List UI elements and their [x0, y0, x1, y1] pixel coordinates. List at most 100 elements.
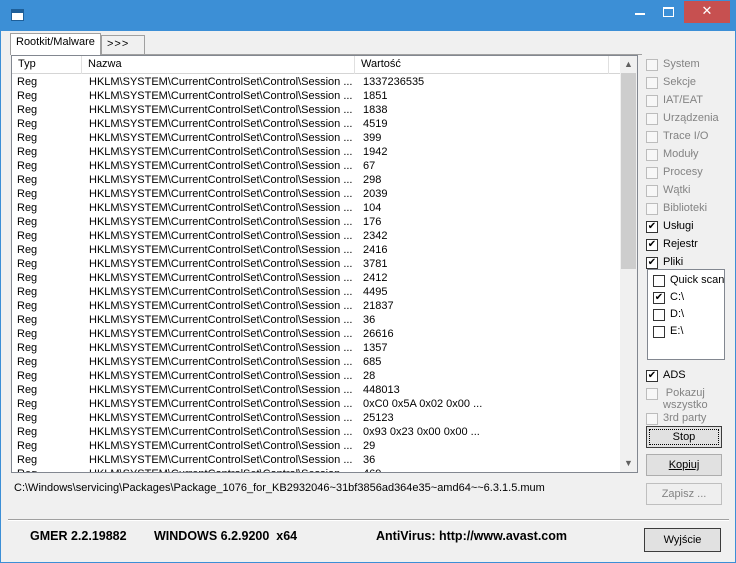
maximize-button[interactable]: [655, 1, 683, 23]
tab-rootkit-malware[interactable]: Rootkit/Malware: [10, 33, 101, 55]
table-row[interactable]: Reg HKLM\SYSTEM\CurrentControlSet\Control…: [12, 159, 620, 173]
table-row[interactable]: Reg HKLM\SYSTEM\CurrentControlSet\Control…: [12, 145, 620, 159]
vertical-scrollbar[interactable]: ▲ ▼: [620, 56, 637, 472]
column-header-wartosc[interactable]: Wartość: [355, 56, 609, 74]
option-ads-checkbox-box[interactable]: ✔: [646, 370, 658, 382]
cell-nazwa: HKLM\SYSTEM\CurrentControlSet\Control\Se…: [89, 467, 355, 472]
cell-typ: Reg: [17, 426, 38, 438]
option-urządzenia-checkbox-box[interactable]: [646, 113, 658, 125]
cell-wartosc: 4519: [363, 118, 388, 130]
table-row[interactable]: Reg HKLM\SYSTEM\CurrentControlSet\Control…: [12, 103, 620, 117]
table-row[interactable]: Reg HKLM\SYSTEM\CurrentControlSet\Control…: [12, 383, 620, 397]
option-biblioteki-checkbox-box[interactable]: [646, 203, 658, 215]
tab-more[interactable]: >>>: [101, 35, 145, 54]
drives-list: Quick scan ✔ C:\ D:\ E:\: [647, 269, 725, 360]
cell-wartosc: 21837: [363, 300, 394, 312]
scroll-up-arrow-icon[interactable]: ▲: [620, 56, 637, 73]
option-usługi-checkbox-box[interactable]: ✔: [646, 221, 658, 233]
table-row[interactable]: Reg HKLM\SYSTEM\CurrentControlSet\Control…: [12, 439, 620, 453]
scrollbar-thumb[interactable]: [621, 73, 636, 269]
cell-typ: Reg: [17, 258, 38, 270]
option-show-all-checkbox-box[interactable]: [646, 388, 658, 400]
table-row[interactable]: Reg HKLM\SYSTEM\CurrentControlSet\Control…: [12, 187, 620, 201]
cell-nazwa: HKLM\SYSTEM\CurrentControlSet\Control\Se…: [89, 440, 353, 452]
cell-nazwa: HKLM\SYSTEM\CurrentControlSet\Control\Se…: [89, 132, 353, 144]
table-row[interactable]: Reg HKLM\SYSTEM\CurrentControlSet\Control…: [12, 411, 620, 425]
table-row[interactable]: Reg HKLM\SYSTEM\CurrentControlSet\Control…: [12, 285, 620, 299]
table-row[interactable]: Reg HKLM\SYSTEM\CurrentControlSet\Control…: [12, 173, 620, 187]
option-rejestr-checkbox-box[interactable]: ✔: [646, 239, 658, 251]
table-row[interactable]: Reg HKLM\SYSTEM\CurrentControlSet\Control…: [12, 341, 620, 355]
exit-button[interactable]: Wyjście: [644, 528, 721, 552]
drive-letter-2-checkbox-box[interactable]: [653, 309, 665, 321]
option-3rd-party-checkbox-box[interactable]: [646, 413, 658, 425]
table-row[interactable]: Reg HKLM\SYSTEM\CurrentControlSet\Control…: [12, 355, 620, 369]
app-icon[interactable]: [11, 9, 24, 21]
copy-button[interactable]: Kopiuj: [646, 454, 722, 476]
cell-wartosc: 0xC0 0x5A 0x02 0x00 ...: [363, 398, 483, 410]
cell-typ: Reg: [17, 370, 38, 382]
copy-button-label: Kopiuj: [668, 459, 700, 471]
drive-letter-3-label: E:\: [670, 325, 684, 337]
cell-typ: Reg: [17, 454, 38, 466]
cell-typ: Reg: [17, 160, 38, 172]
cell-wartosc: 2412: [363, 272, 388, 284]
option-moduły-label: Moduły: [663, 148, 699, 160]
cell-typ: Reg: [17, 202, 38, 214]
results-list[interactable]: Typ Nazwa Wartość Reg HKLM\SYSTEM\Current…: [11, 55, 638, 473]
minimize-button[interactable]: [626, 1, 654, 23]
option-wątki-checkbox-box[interactable]: [646, 185, 658, 197]
option-system-checkbox-box[interactable]: [646, 59, 658, 71]
column-header-typ[interactable]: Typ: [12, 56, 82, 74]
cell-wartosc: 399: [363, 132, 382, 144]
cell-nazwa: HKLM\SYSTEM\CurrentControlSet\Control\Se…: [89, 426, 353, 438]
scroll-down-arrow-icon[interactable]: ▼: [620, 455, 637, 472]
table-row[interactable]: Reg HKLM\SYSTEM\CurrentControlSet\Control…: [12, 201, 620, 215]
option-pliki-checkbox-box[interactable]: ✔: [646, 257, 658, 269]
option-iat-eat-checkbox-box[interactable]: [646, 95, 658, 107]
option-usługi-label: Usługi: [663, 220, 694, 232]
table-row[interactable]: Reg HKLM\SYSTEM\CurrentControlSet\Control…: [12, 243, 620, 257]
close-button[interactable]: ✕: [684, 1, 730, 23]
table-row[interactable]: Reg HKLM\SYSTEM\CurrentControlSet\Control…: [12, 299, 620, 313]
save-button[interactable]: Zapisz ...: [646, 483, 722, 505]
table-row[interactable]: Reg HKLM\SYSTEM\CurrentControlSet\Control…: [12, 229, 620, 243]
table-row[interactable]: Reg HKLM\SYSTEM\CurrentControlSet\Control…: [12, 131, 620, 145]
cell-typ: Reg: [17, 104, 38, 116]
table-row[interactable]: Reg HKLM\SYSTEM\CurrentControlSet\Control…: [12, 117, 620, 131]
cell-wartosc: 176: [363, 216, 382, 228]
cell-nazwa: HKLM\SYSTEM\CurrentControlSet\Control\Se…: [89, 370, 353, 382]
option-trace-i-o-checkbox-box[interactable]: [646, 131, 658, 143]
table-row[interactable]: Reg HKLM\SYSTEM\CurrentControlSet\Control…: [12, 257, 620, 271]
table-row[interactable]: Reg HKLM\SYSTEM\CurrentControlSet\Control…: [12, 369, 620, 383]
stop-button[interactable]: Stop: [646, 426, 722, 448]
table-row[interactable]: Reg HKLM\SYSTEM\CurrentControlSet\Control…: [12, 453, 620, 467]
cell-typ: Reg: [17, 146, 38, 158]
option-procesy-checkbox-box[interactable]: [646, 167, 658, 179]
drive-letter-2-label: D:\: [670, 308, 685, 320]
option-procesy-label: Procesy: [663, 166, 703, 178]
cell-nazwa: HKLM\SYSTEM\CurrentControlSet\Control\Se…: [89, 76, 353, 88]
table-row[interactable]: Reg HKLM\SYSTEM\CurrentControlSet\Control…: [12, 467, 620, 472]
drive-quick-scan-label: Quick scan: [670, 274, 725, 286]
option-sekcje-checkbox-box[interactable]: [646, 77, 658, 89]
table-row[interactable]: Reg HKLM\SYSTEM\CurrentControlSet\Control…: [12, 215, 620, 229]
table-row[interactable]: Reg HKLM\SYSTEM\CurrentControlSet\Control…: [12, 313, 620, 327]
table-row[interactable]: Reg HKLM\SYSTEM\CurrentControlSet\Control…: [12, 425, 620, 439]
column-header-nazwa[interactable]: Nazwa: [82, 56, 355, 74]
table-row[interactable]: Reg HKLM\SYSTEM\CurrentControlSet\Control…: [12, 271, 620, 285]
title-bar[interactable]: ✕: [1, 1, 735, 31]
option-moduły-checkbox-box[interactable]: [646, 149, 658, 161]
table-row[interactable]: Reg HKLM\SYSTEM\CurrentControlSet\Control…: [12, 327, 620, 341]
table-row[interactable]: Reg HKLM\SYSTEM\CurrentControlSet\Control…: [12, 89, 620, 103]
table-row[interactable]: Reg HKLM\SYSTEM\CurrentControlSet\Control…: [12, 75, 620, 89]
option-sekcje-label: Sekcje: [663, 76, 697, 88]
minimize-icon: [635, 13, 645, 15]
cell-nazwa: HKLM\SYSTEM\CurrentControlSet\Control\Se…: [89, 314, 353, 326]
cell-wartosc: 1851: [363, 90, 388, 102]
drive-letter-1-checkbox-box[interactable]: ✔: [653, 292, 665, 304]
option-biblioteki-label: Biblioteki: [663, 202, 708, 214]
table-row[interactable]: Reg HKLM\SYSTEM\CurrentControlSet\Control…: [12, 397, 620, 411]
drive-letter-3-checkbox-box[interactable]: [653, 326, 665, 338]
drive-quick-scan-checkbox-box[interactable]: [653, 275, 665, 287]
